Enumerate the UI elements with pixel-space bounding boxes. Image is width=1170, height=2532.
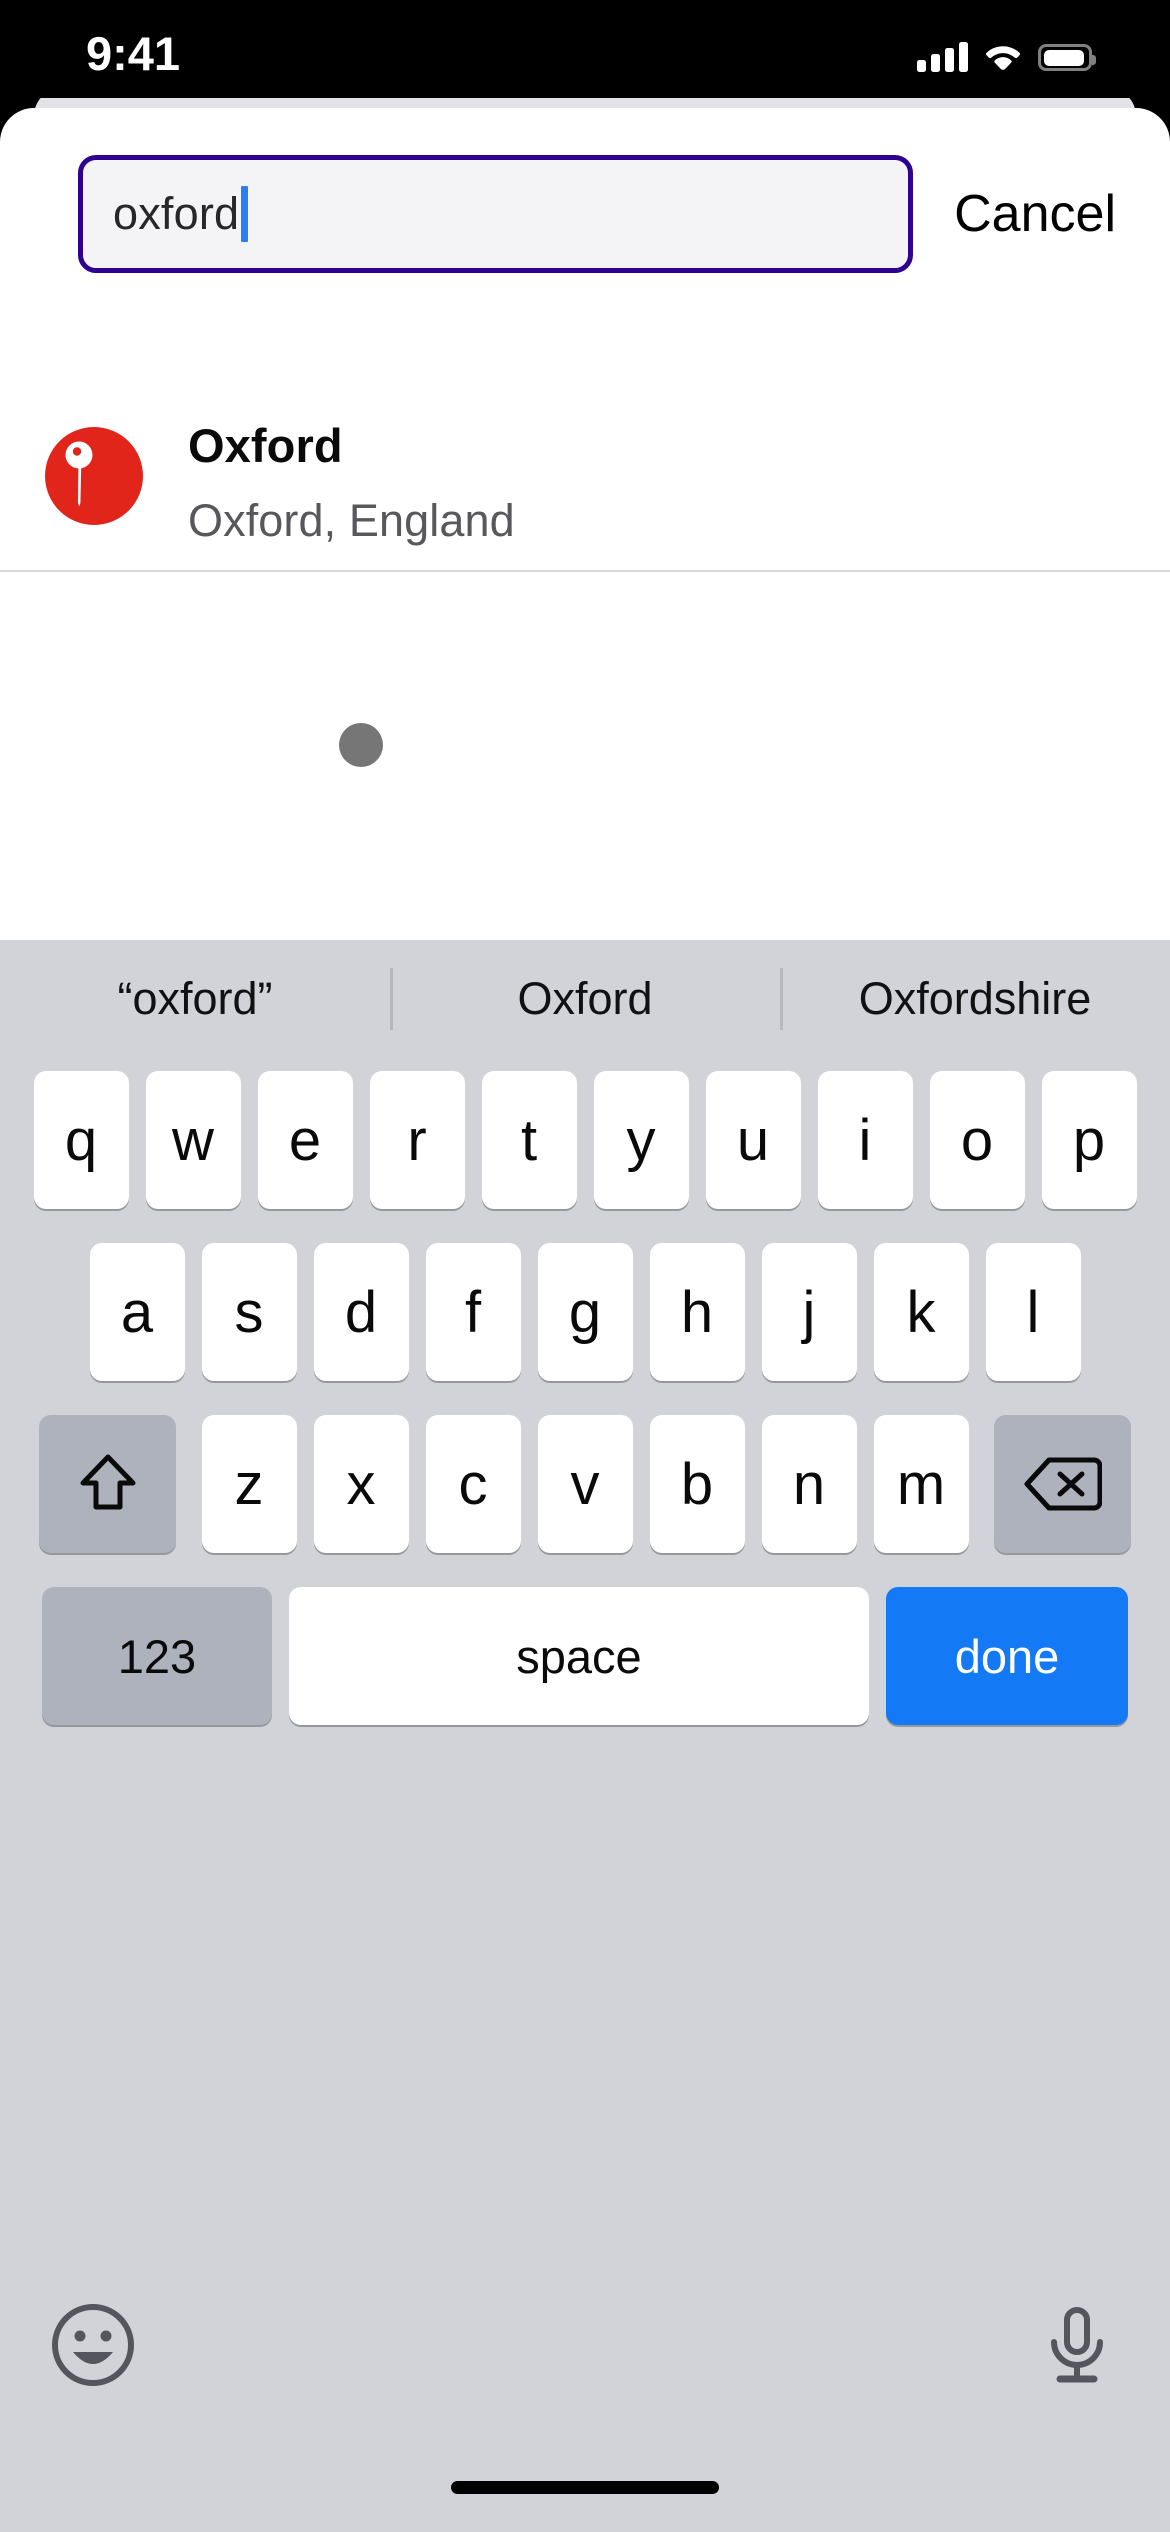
search-input-content: oxford — [113, 186, 249, 242]
key-b[interactable]: b — [649, 1415, 745, 1553]
search-result-title: Oxford — [188, 419, 343, 472]
prediction-divider — [780, 968, 783, 1030]
keyboard-row-2: a s d f g h j k l — [0, 1240, 1170, 1384]
key-h[interactable]: h — [649, 1243, 745, 1381]
key-u[interactable]: u — [705, 1071, 801, 1209]
key-g[interactable]: g — [537, 1243, 633, 1381]
keyboard-row-3: z x c v b n m — [0, 1412, 1170, 1556]
numeric-mode-key[interactable]: 123 — [42, 1587, 272, 1725]
key-t[interactable]: t — [481, 1071, 577, 1209]
prediction-label: Oxfordshire — [858, 973, 1092, 1024]
prediction-candidate-1[interactable]: Oxford — [390, 940, 780, 1058]
key-i[interactable]: i — [817, 1071, 913, 1209]
cellular-signal-icon — [917, 42, 968, 72]
emoji-smiley-icon[interactable] — [48, 2300, 138, 2390]
prediction-candidate-0[interactable]: “oxford” — [0, 940, 390, 1058]
search-result-row[interactable]: Oxford Oxford, England — [0, 380, 1170, 572]
keyboard-rows: q w e r t y u i o p a s d f g h j k l z … — [0, 1058, 1170, 1728]
backspace-delete-icon[interactable] — [994, 1415, 1131, 1553]
prediction-divider — [390, 968, 393, 1030]
text-caret — [241, 186, 249, 242]
search-input[interactable]: oxford — [78, 155, 913, 273]
key-p[interactable]: p — [1041, 1071, 1137, 1209]
done-key[interactable]: done — [886, 1587, 1128, 1725]
key-o[interactable]: o — [929, 1071, 1025, 1209]
battery-icon — [1038, 44, 1096, 71]
keyboard-row-1: q w e r t y u i o p — [0, 1068, 1170, 1212]
key-s[interactable]: s — [201, 1243, 297, 1381]
search-results-list: Oxford Oxford, England — [0, 380, 1170, 572]
keyboard-row-4: 123 space done — [0, 1584, 1170, 1728]
key-z[interactable]: z — [201, 1415, 297, 1553]
key-k[interactable]: k — [873, 1243, 969, 1381]
key-c[interactable]: c — [425, 1415, 521, 1553]
key-w[interactable]: w — [145, 1071, 241, 1209]
search-result-subtitle: Oxford, England — [188, 495, 515, 546]
list-divider — [0, 570, 1170, 572]
keyboard-utility-row — [0, 2292, 1170, 2412]
key-m[interactable]: m — [873, 1415, 969, 1553]
shift-arrow-icon[interactable] — [39, 1415, 176, 1553]
onscreen-keyboard: “oxford” Oxford Oxfordshire q w e r t y … — [0, 940, 1170, 2532]
search-sheet: oxford Cancel Oxford Oxford, England “ox… — [0, 108, 1170, 2532]
status-bar-clock: 9:41 — [86, 27, 181, 80]
key-d[interactable]: d — [313, 1243, 409, 1381]
key-q[interactable]: q — [33, 1071, 129, 1209]
key-e[interactable]: e — [257, 1071, 353, 1209]
key-n[interactable]: n — [761, 1415, 857, 1553]
prediction-label: Oxford — [517, 973, 653, 1024]
prediction-candidate-2[interactable]: Oxfordshire — [780, 940, 1170, 1058]
key-l[interactable]: l — [985, 1243, 1081, 1381]
wifi-icon — [986, 46, 1020, 70]
search-result-text-group: Oxford Oxford, England — [188, 418, 515, 547]
key-v[interactable]: v — [537, 1415, 633, 1553]
touch-tap-indicator — [339, 723, 383, 767]
map-pin-icon — [45, 427, 143, 525]
search-input-value: oxford — [113, 188, 240, 239]
key-y[interactable]: y — [593, 1071, 689, 1209]
prediction-label: “oxford” — [117, 973, 273, 1024]
microphone-icon[interactable] — [1032, 2300, 1122, 2390]
search-header: oxford Cancel — [0, 108, 1170, 273]
home-indicator — [451, 2481, 719, 2494]
key-a[interactable]: a — [89, 1243, 185, 1381]
predictive-suggestion-bar: “oxford” Oxford Oxfordshire — [0, 940, 1170, 1058]
key-x[interactable]: x — [313, 1415, 409, 1553]
status-bar-indicators — [917, 32, 1096, 72]
space-key[interactable]: space — [289, 1587, 869, 1725]
key-r[interactable]: r — [369, 1071, 465, 1209]
status-bar: 9:41 — [0, 0, 1170, 98]
key-f[interactable]: f — [425, 1243, 521, 1381]
cancel-button[interactable]: Cancel — [944, 155, 1126, 273]
key-j[interactable]: j — [761, 1243, 857, 1381]
